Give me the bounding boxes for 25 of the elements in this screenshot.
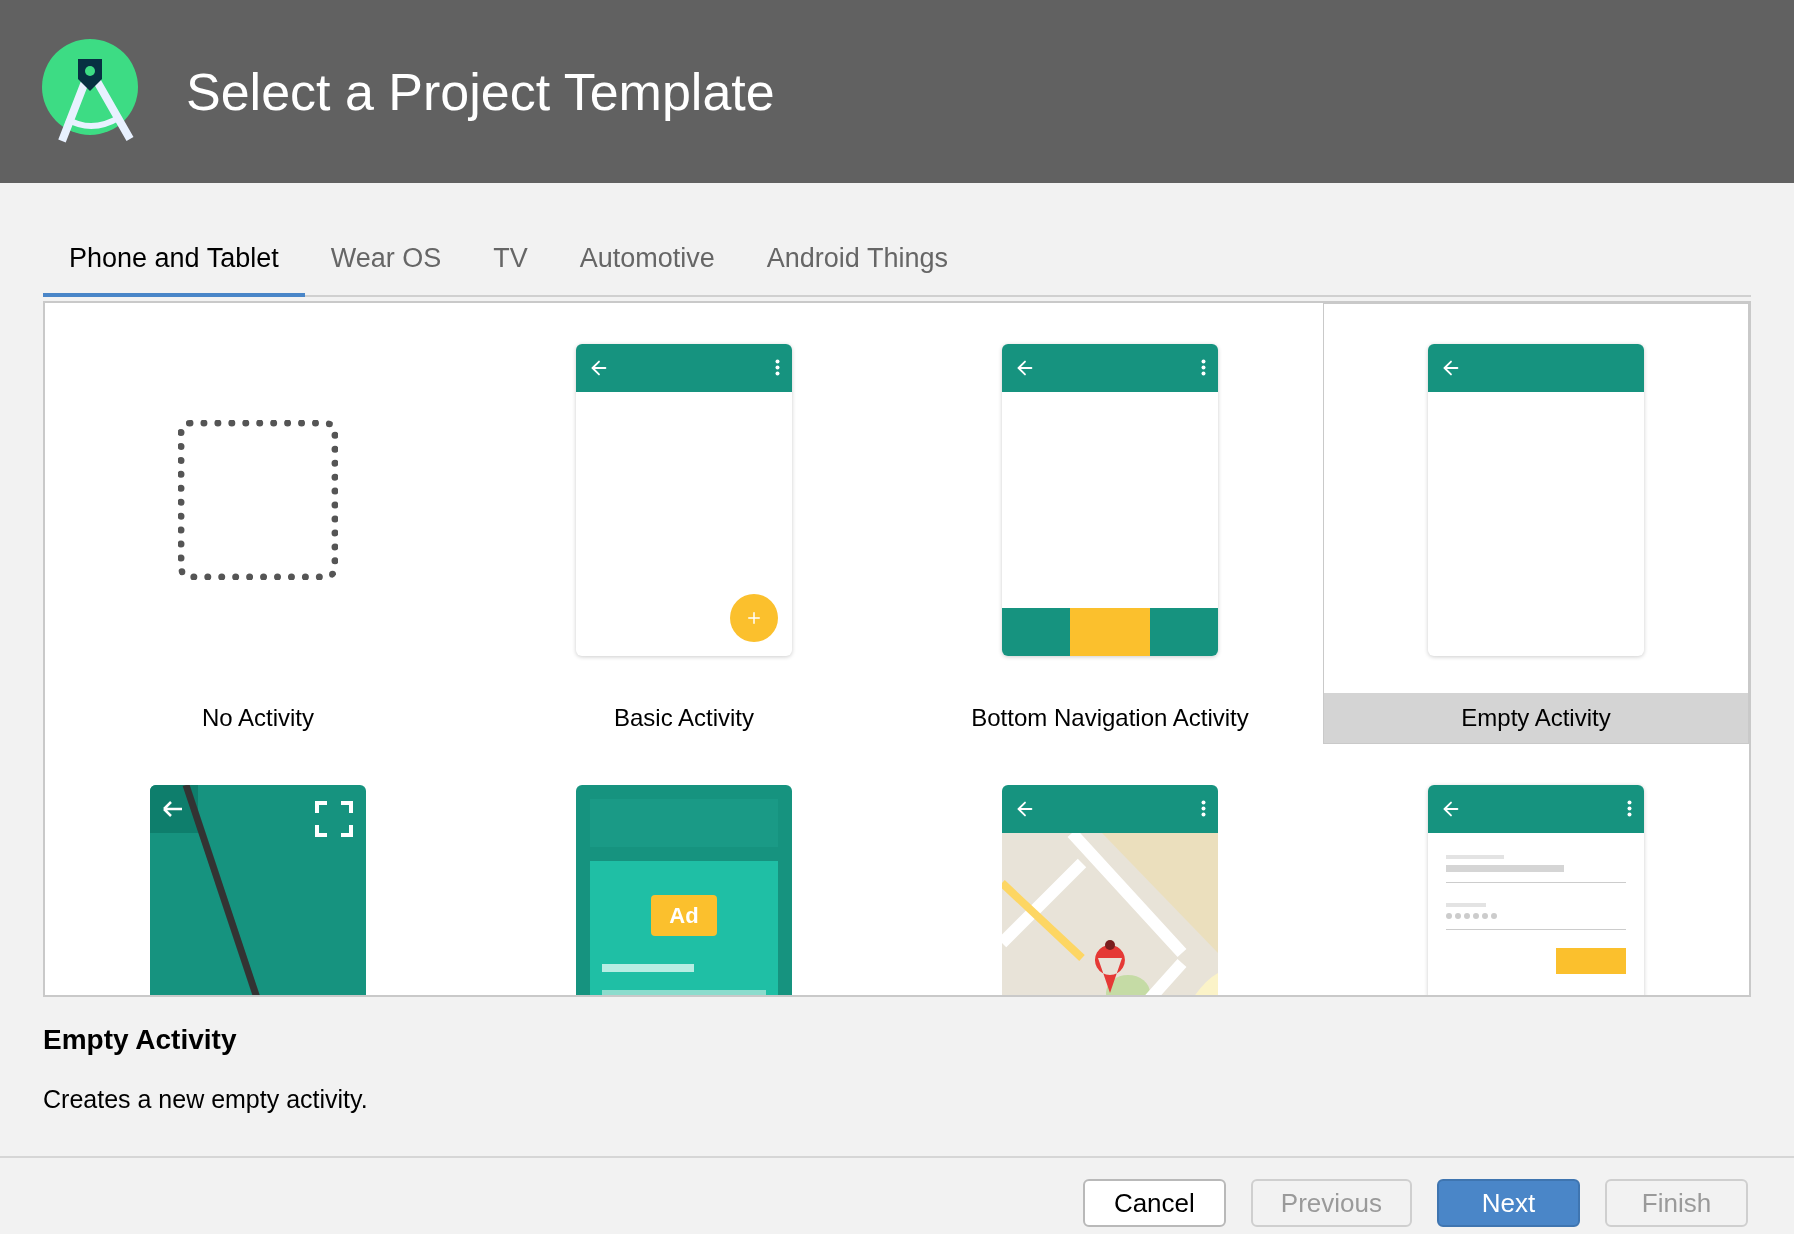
- dialog-button[interactable]: Cancel: [1082, 1179, 1226, 1227]
- more-icon: [1201, 359, 1206, 376]
- dialog-title: Select a Project Template: [186, 61, 775, 123]
- description-text: Creates a new empty activity.: [43, 1083, 369, 1115]
- dashed-square-icon: [178, 419, 338, 580]
- template-name: Empty Activity: [1461, 702, 1611, 733]
- description-title: Empty Activity: [43, 1022, 238, 1057]
- more-icon: [775, 359, 780, 376]
- template-card[interactable]: Basic Activity: [471, 302, 897, 744]
- ad-banner: Ad: [651, 894, 717, 936]
- template-card[interactable]: No Activity: [45, 302, 471, 744]
- tab[interactable]: TV: [467, 238, 554, 297]
- fab-plus-icon: [730, 593, 778, 642]
- tab[interactable]: Automotive: [553, 238, 741, 297]
- tab[interactable]: Android Things: [740, 238, 974, 297]
- template-name: No Activity: [202, 702, 314, 733]
- template-name: Basic Activity: [613, 702, 754, 733]
- more-icon: [1627, 800, 1632, 817]
- template-card[interactable]: Bottom Navigation Activity: [897, 302, 1323, 744]
- dialog-button[interactable]: Next: [1437, 1179, 1580, 1227]
- tab[interactable]: Wear OS: [304, 238, 468, 297]
- template-card[interactable]: Empty Activity: [1323, 302, 1749, 744]
- more-icon: [1201, 800, 1206, 817]
- template-name: Bottom Navigation Activity: [971, 702, 1249, 733]
- tab[interactable]: Phone and Tablet: [43, 238, 305, 297]
